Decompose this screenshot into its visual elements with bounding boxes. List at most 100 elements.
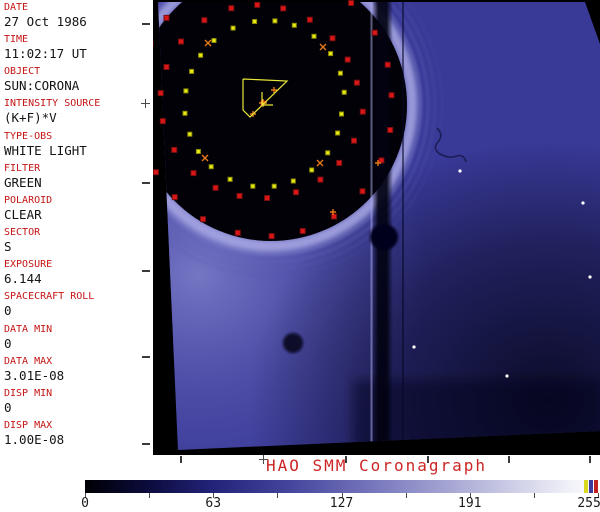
metadata-field: DISP MAX 1.00E-08 [4, 419, 65, 447]
left-axis-tick [142, 356, 150, 358]
field-label: DISP MAX [4, 419, 53, 431]
inner-yellow-ring-dot [341, 89, 347, 95]
metadata-field: EXPOSURE 6.144 [4, 260, 52, 286]
metadata-field: TIME 11:02:17 UT [4, 35, 87, 61]
mid-red-ring-dot [353, 79, 360, 86]
mid-red-ring-dot [254, 1, 261, 8]
field-value: 3.01E-08 [4, 367, 65, 383]
metadata-field: OBJECT SUN:CORONA [4, 67, 79, 93]
colorbar-tick [533, 493, 535, 498]
mid-red-ring-dot [228, 5, 235, 12]
pylon-thin-line [402, 2, 404, 450]
colorbar-label: 0 [81, 496, 89, 511]
pylon-bright-edge [370, 2, 373, 445]
outer-red-ring-dot [163, 14, 170, 21]
inner-yellow-ring-dot [195, 149, 201, 154]
inner-yellow-ring-dot [311, 33, 317, 39]
field-label: DATE [4, 2, 29, 13]
colorbar [85, 480, 599, 493]
mid-red-ring-dot [264, 195, 271, 201]
field-value: 27 Oct 1986 [4, 14, 87, 29]
inner-yellow-ring-dot [211, 38, 217, 43]
mid-red-ring-dot [159, 118, 166, 125]
outer-red-ring-dot [268, 233, 275, 240]
metadata-field: INTENSITY SOURCE (K+F)*V [4, 99, 100, 125]
metadata-field: POLAROID CLEAR [4, 194, 53, 222]
outer-red-ring-dot [171, 194, 178, 201]
mid-red-ring-dot [351, 137, 357, 144]
field-value: SUN:CORONA [4, 78, 80, 94]
star-dot [412, 345, 416, 349]
star-dot [588, 275, 592, 279]
inner-yellow-ring-dot [183, 88, 189, 94]
mid-red-ring-dot [306, 16, 313, 23]
inner-yellow-ring-dot [291, 22, 297, 28]
mid-red-ring-dot [359, 108, 366, 115]
field-label: SECTOR [4, 227, 41, 239]
metadata-sidebar: DATE 27 Oct 1986 TIME 11:02:17 UT OBJECT SUN:… [0, 0, 153, 455]
field-value: 11:02:17 UT [4, 46, 87, 62]
saturation-stripe [584, 480, 588, 493]
field-value: 0 [4, 335, 12, 351]
mid-red-ring-dot [163, 64, 170, 70]
metadata-field: FILTER GREEN [4, 162, 42, 190]
colorbar-label: 63 [205, 496, 222, 511]
mid-red-ring-dot [329, 35, 336, 42]
left-axis-tick [142, 270, 150, 272]
field-label: SPACECRAFT ROLL [4, 291, 95, 303]
field-value: 0 [4, 303, 12, 319]
field-value: 6.144 [4, 271, 42, 287]
mid-red-ring-dot [280, 5, 287, 12]
outer-red-ring-dot [387, 127, 394, 133]
inner-yellow-ring-dot [271, 183, 277, 189]
outer-red-ring-dot [234, 229, 241, 236]
outer-red-ring-dot [348, 0, 355, 6]
coronagraph-image [153, 0, 600, 455]
left-axis-tick [142, 182, 150, 184]
mid-red-ring-dot [212, 184, 219, 191]
inner-yellow-ring-dot [309, 167, 315, 173]
field-label: DISP MIN [4, 387, 53, 399]
field-label: POLAROID [4, 194, 53, 206]
field-value: WHITE LIGHT [4, 142, 87, 158]
inner-yellow-ring-dot [208, 164, 214, 170]
coronagraph-scene [153, 0, 600, 450]
metadata-field: SECTOR S [4, 228, 40, 254]
field-label: TIME [4, 34, 29, 46]
metadata-field: DATA MIN 0 [4, 323, 53, 351]
field-value: S [4, 239, 12, 255]
mid-red-ring-dot [190, 170, 197, 177]
inner-yellow-ring-dot [250, 183, 256, 189]
field-label: FILTER [4, 162, 41, 174]
inner-yellow-ring-dot [252, 19, 258, 24]
inner-yellow-ring-dot [339, 111, 344, 117]
colorbar-tick [277, 493, 279, 498]
left-axis-plus [141, 99, 150, 108]
field-value: (K+F)*V [4, 110, 57, 126]
star-dot [505, 374, 509, 378]
inner-yellow-ring-dot [198, 52, 204, 58]
field-value: CLEAR [4, 206, 42, 222]
inner-yellow-ring-dot [187, 131, 193, 137]
field-label: DATA MIN [4, 323, 53, 335]
mid-red-ring-dot [157, 90, 164, 97]
outer-red-ring-dot [299, 228, 306, 234]
dark-spot [283, 333, 303, 353]
outer-red-ring-dot [388, 92, 395, 99]
field-value: GREEN [4, 174, 42, 190]
image-caption: HAO SMM Coronagraph [265, 456, 488, 475]
inner-yellow-ring-dot [182, 110, 188, 116]
saturation-stripe [594, 480, 598, 493]
metadata-field: DATA MAX 3.01E-08 [4, 356, 65, 383]
left-axis-tick [142, 23, 150, 25]
inner-yellow-ring-dot [230, 25, 236, 31]
metadata-field: DATE 27 Oct 1986 [4, 3, 87, 29]
inner-yellow-ring-dot [189, 68, 195, 74]
mid-red-ring-dot [344, 56, 351, 63]
inner-yellow-ring-dot [227, 176, 233, 182]
metadata-field: SPACECRAFT ROLL 0 [4, 292, 94, 318]
colorbar-label: 255 [577, 496, 600, 511]
mid-red-ring-dot [236, 192, 243, 199]
mid-red-ring-dot [336, 159, 343, 166]
field-value: 1.00E-08 [4, 431, 65, 447]
